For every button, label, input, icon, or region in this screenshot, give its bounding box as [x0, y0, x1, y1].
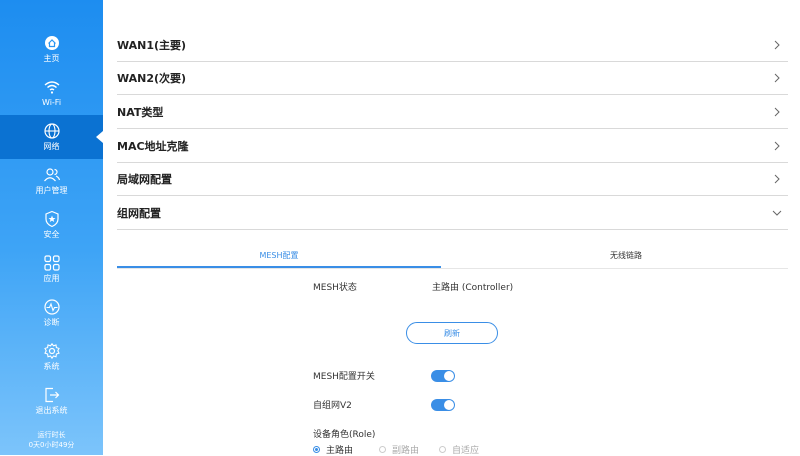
- sidebar: 主页 Wi-Fi 网络 用户管理 安全 应用 诊断 系统 退出系统 运行时长 0…: [0, 0, 103, 455]
- radio-circle: [313, 446, 320, 453]
- sidebar-item-network[interactable]: 网络: [0, 115, 103, 159]
- tab-wireless-link[interactable]: 无线链路: [464, 244, 788, 267]
- sidebar-item-label: 退出系统: [35, 406, 68, 415]
- sidebar-item-label: Wi-Fi: [41, 98, 62, 107]
- toggle-knob: [444, 371, 454, 381]
- wifi-icon: [44, 81, 59, 94]
- sidebar-item-apps[interactable]: 应用: [0, 247, 103, 291]
- gear-icon: [43, 342, 60, 360]
- sidebar-item-label: 系统: [43, 362, 60, 371]
- section-title: 组网配置: [117, 206, 161, 220]
- chevron-right-icon: [774, 107, 780, 116]
- toggle-knob: [444, 400, 454, 410]
- main-content: WAN1(主要) WAN2(次要) NAT类型 MAC地址克隆 局域网配置 组网…: [117, 0, 788, 456]
- shield-star-icon: [44, 210, 59, 228]
- radio-label: 主路由: [326, 446, 354, 456]
- uptime: 运行时长 0天0小时49分: [0, 430, 103, 450]
- section-title: WAN2(次要): [117, 71, 187, 85]
- self-network-v2-toggle[interactable]: [431, 399, 455, 411]
- globe-icon: [43, 123, 60, 139]
- radio-circle: [379, 446, 387, 453]
- role-radio-auto[interactable]: 自适应: [439, 443, 479, 456]
- mesh-status-label: MESH状态: [313, 283, 357, 293]
- sidebar-item-label: 主页: [43, 54, 60, 63]
- apps-grid-icon: [43, 255, 60, 271]
- section-title: WAN1(主要): [117, 38, 187, 52]
- mesh-tabs: MESH配置 无线链路: [117, 244, 788, 269]
- sidebar-item-security[interactable]: 安全: [0, 203, 103, 247]
- sidebar-item-users[interactable]: 用户管理: [0, 159, 103, 203]
- chevron-right-icon: [774, 141, 780, 150]
- section-wan2[interactable]: WAN2(次要): [117, 61, 788, 95]
- mesh-switch-label: MESH配置开关: [313, 372, 375, 382]
- chevron-right-icon: [774, 73, 780, 82]
- role-radio-main[interactable]: 主路由: [313, 443, 353, 456]
- device-role-radio-group: 主路由 副路由 自适应: [313, 443, 491, 456]
- logout-icon: [44, 387, 59, 403]
- radio-label: 副路由: [392, 446, 420, 456]
- sidebar-item-label: 用户管理: [35, 186, 68, 195]
- section-mesh-config[interactable]: 组网配置: [117, 196, 788, 230]
- sidebar-item-wifi[interactable]: Wi-Fi: [0, 71, 103, 115]
- sidebar-item-home[interactable]: 主页: [0, 27, 103, 71]
- chevron-down-icon: [772, 210, 782, 216]
- mesh-status-value: 主路由 (Controller): [432, 283, 514, 293]
- self-network-v2-label: 自组网V2: [313, 401, 352, 411]
- sidebar-item-logout[interactable]: 退出系统: [0, 379, 103, 423]
- sidebar-item-label: 应用: [43, 274, 60, 283]
- refresh-button[interactable]: 刷新: [406, 322, 498, 344]
- sidebar-item-label: 诊断: [43, 318, 60, 327]
- uptime-value: 0天0小时49分: [28, 441, 75, 449]
- sidebar-item-label: 安全: [43, 230, 60, 239]
- section-title: NAT类型: [117, 105, 164, 119]
- section-nat-type[interactable]: NAT类型: [117, 95, 788, 129]
- mesh-switch-toggle[interactable]: [431, 370, 455, 382]
- tab-mesh-config[interactable]: MESH配置: [117, 244, 441, 268]
- section-title: MAC地址克隆: [117, 139, 189, 153]
- chevron-right-icon: [774, 40, 780, 49]
- role-radio-sub[interactable]: 副路由: [379, 443, 419, 456]
- section-title: 局域网配置: [117, 172, 172, 186]
- section-wan1[interactable]: WAN1(主要): [117, 28, 788, 62]
- section-mac-clone[interactable]: MAC地址克隆: [117, 129, 788, 163]
- pulse-icon: [43, 299, 60, 315]
- uptime-label: 运行时长: [37, 431, 66, 439]
- users-icon: [43, 168, 60, 182]
- sidebar-item-label: 网络: [43, 142, 60, 151]
- radio-label: 自适应: [452, 446, 480, 456]
- home-icon: [44, 36, 59, 50]
- radio-circle: [439, 446, 447, 453]
- sidebar-item-diagnostics[interactable]: 诊断: [0, 291, 103, 335]
- sidebar-item-system[interactable]: 系统: [0, 335, 103, 379]
- section-lan-config[interactable]: 局域网配置: [117, 162, 788, 196]
- device-role-label: 设备角色(Role): [313, 430, 376, 440]
- chevron-right-icon: [774, 174, 780, 183]
